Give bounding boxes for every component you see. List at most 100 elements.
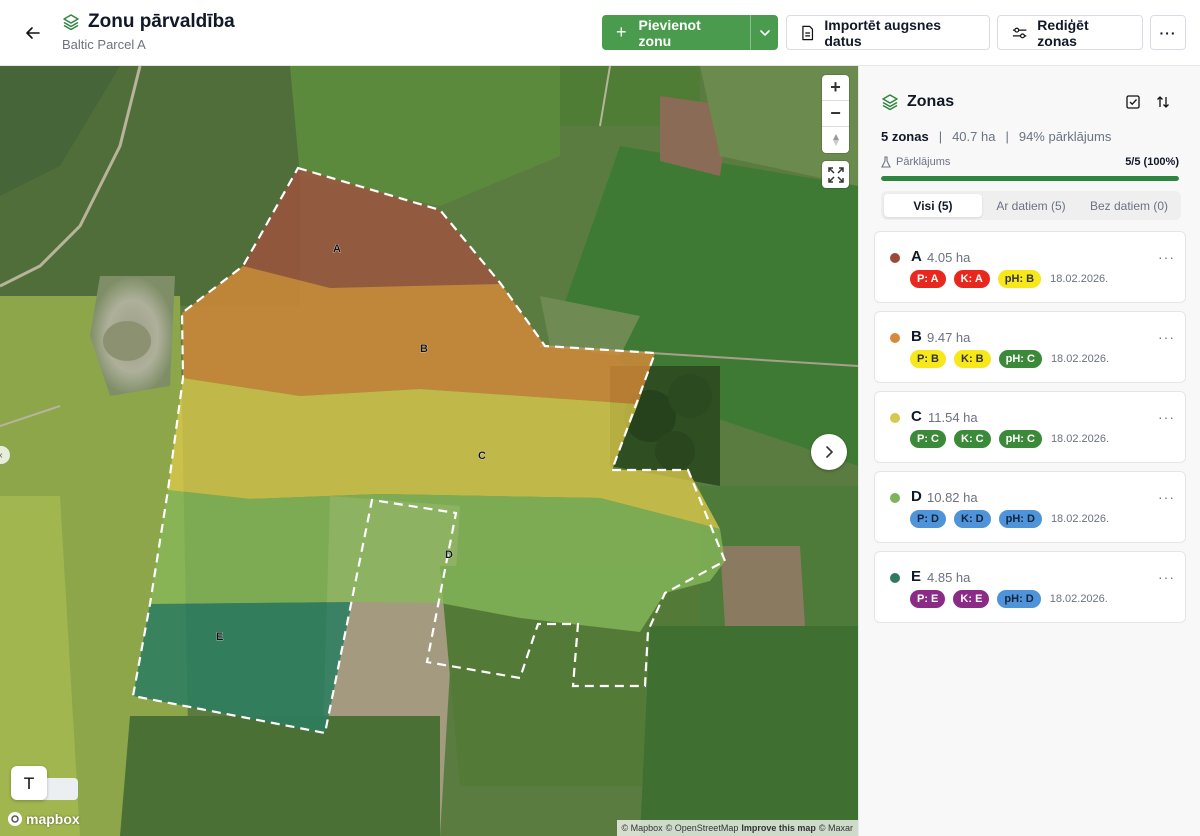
zone-area: 4.05 ha (927, 250, 971, 265)
nutrient-badge: P: A (910, 270, 946, 288)
nutrient-badge: pH: B (997, 270, 1042, 288)
select-all-button[interactable] (1125, 94, 1141, 110)
nutrient-badge: pH: D (998, 510, 1042, 528)
coverage-progress-bar (881, 176, 1179, 181)
total-area: 40.7 ha (952, 129, 996, 144)
zone-card-d[interactable]: D 10.82 ha ··· P: D K: D pH: D 18.02.2026. (874, 471, 1186, 543)
zone-area: 9.47 ha (927, 330, 971, 345)
edit-zones-button[interactable]: Rediģēt zonas (997, 15, 1143, 50)
zoom-out-button[interactable]: − (822, 101, 849, 127)
zone-area: 10.82 ha (927, 490, 978, 505)
add-zone-dropdown-button[interactable] (750, 15, 778, 50)
text-tool-button[interactable]: T (11, 766, 47, 800)
zone-more-button[interactable]: ··· (1158, 409, 1175, 425)
zone-label-d: D (445, 549, 453, 561)
more-icon: ··· (1159, 24, 1177, 41)
app-header: Zonu pārvaldība Baltic Parcel A + Pievie… (0, 0, 1200, 66)
improve-map-link[interactable]: Improve this map (741, 823, 816, 833)
zones-panel: Zonas 5 zonas | 40.7 ha | 94% pārklājums… (858, 66, 1200, 836)
stats-separator: | (938, 129, 943, 144)
plus-icon: + (616, 22, 627, 42)
add-zone-label: Pievienot zonu (638, 16, 701, 49)
sort-button[interactable] (1155, 94, 1171, 110)
zone-more-button[interactable]: ··· (1158, 569, 1175, 585)
zone-letter: E (911, 568, 922, 585)
attribution-mapbox[interactable]: © Mapbox (622, 823, 663, 833)
zone-more-button[interactable]: ··· (1158, 249, 1175, 265)
zone-badges: P: B K: B pH: C 18.02.2026. (910, 350, 1109, 368)
coverage-label: Pārklājums (896, 156, 951, 168)
zone-card-a[interactable]: A 4.05 ha ··· P: A K: A pH: B 18.02.2026. (874, 231, 1186, 303)
zone-color-dot (890, 413, 900, 423)
zone-badges: P: A K: A pH: B 18.02.2026. (910, 270, 1108, 288)
zone-date: 18.02.2026. (1050, 513, 1110, 525)
edit-zones-label: Rediģēt zonas (1037, 16, 1089, 49)
chevron-right-icon (826, 446, 833, 458)
coverage-percent: 94% pārklājums (1018, 129, 1112, 144)
nutrient-badge: P: B (910, 350, 946, 368)
panel-title: Zonas (907, 93, 955, 110)
compass-button[interactable] (822, 127, 849, 153)
tab-without-data[interactable]: Bez datiem (0) (1080, 194, 1178, 217)
zone-label-c: C (478, 450, 486, 462)
nutrient-badge: P: D (910, 510, 946, 528)
nutrient-badge: pH: D (997, 590, 1041, 608)
zone-date: 18.02.2026. (1050, 273, 1109, 285)
zone-card-e[interactable]: E 4.85 ha ··· P: E K: E pH: D 18.02.2026. (874, 551, 1186, 623)
zone-stats: 5 zonas | 40.7 ha | 94% pārklājums (881, 129, 1111, 144)
back-button[interactable] (20, 20, 46, 46)
zone-label-e: E (216, 631, 223, 643)
zone-color-dot (890, 253, 900, 263)
panel-actions (1125, 94, 1171, 110)
zone-card-b[interactable]: B 9.47 ha ··· P: B K: B pH: C 18.02.2026. (874, 311, 1186, 383)
zone-count: 5 zonas (881, 129, 929, 144)
zone-list: A 4.05 ha ··· P: A K: A pH: B 18.02.2026. B 9.47… (874, 231, 1186, 631)
nutrient-badge: K: E (953, 590, 990, 608)
attribution-osm[interactable]: © OpenStreetMap (666, 823, 739, 833)
zoom-in-button[interactable]: + (822, 75, 849, 101)
tab-with-data[interactable]: Ar datiem (5) (982, 194, 1080, 217)
zone-letter: C (911, 408, 922, 425)
coverage-row: Pārklājums 5/5 (100%) (881, 156, 1179, 168)
zone-letter: A (911, 248, 922, 265)
map-view[interactable]: A B C D E ‹ + − T mapbox (0, 66, 858, 836)
zone-date: 18.02.2026. (1050, 433, 1110, 445)
nutrient-badge: K: D (954, 510, 991, 528)
tab-all[interactable]: Visi (5) (884, 194, 982, 217)
zone-color-dot (890, 493, 900, 503)
more-options-button[interactable]: ··· (1150, 15, 1186, 50)
zone-area: 11.54 ha (928, 410, 978, 425)
add-zone-button[interactable]: + Pievienot zonu (602, 15, 750, 50)
zone-date: 18.02.2026. (1050, 353, 1110, 365)
satellite-imagery: A B C D E (0, 66, 858, 836)
import-soil-data-button[interactable]: Importēt augsnes datus (786, 15, 990, 50)
map-attribution: © Mapbox © OpenStreetMap Improve this ma… (616, 820, 858, 836)
coverage-progress-fill (881, 176, 1179, 181)
nutrient-badge: P: E (910, 590, 946, 608)
parcel-name: Baltic Parcel A (62, 37, 146, 52)
nutrient-badge: pH: C (998, 430, 1042, 448)
zone-more-button[interactable]: ··· (1158, 489, 1175, 505)
nutrient-badge: P: C (910, 430, 946, 448)
zone-letter: B (911, 328, 922, 345)
mapbox-logo[interactable]: mapbox (8, 811, 80, 827)
checkbox-icon (1126, 95, 1140, 109)
page-title: Zonu pārvaldība (88, 11, 235, 32)
fullscreen-button[interactable] (822, 161, 849, 188)
next-button[interactable] (811, 434, 847, 470)
attribution-maxar[interactable]: © Maxar (819, 823, 853, 833)
mapbox-logo-text: mapbox (26, 811, 80, 827)
sort-icon (1157, 96, 1169, 108)
arrow-left-icon (26, 27, 40, 39)
zone-label-a: A (333, 243, 341, 255)
mapbox-icon (8, 812, 22, 826)
zone-more-button[interactable]: ··· (1158, 329, 1175, 345)
flask-icon (881, 156, 891, 168)
zone-badges: P: E K: E pH: D 18.02.2026. (910, 590, 1108, 608)
title-block: Zonu pārvaldība Baltic Parcel A (62, 11, 235, 52)
zoom-controls: + − (822, 75, 849, 153)
zone-card-c[interactable]: C 11.54 ha ··· P: C K: C pH: C 18.02.2026. (874, 391, 1186, 463)
zone-area: 4.85 ha (927, 570, 971, 585)
zone-letter: D (911, 488, 922, 505)
zone-date: 18.02.2026. (1049, 593, 1108, 605)
